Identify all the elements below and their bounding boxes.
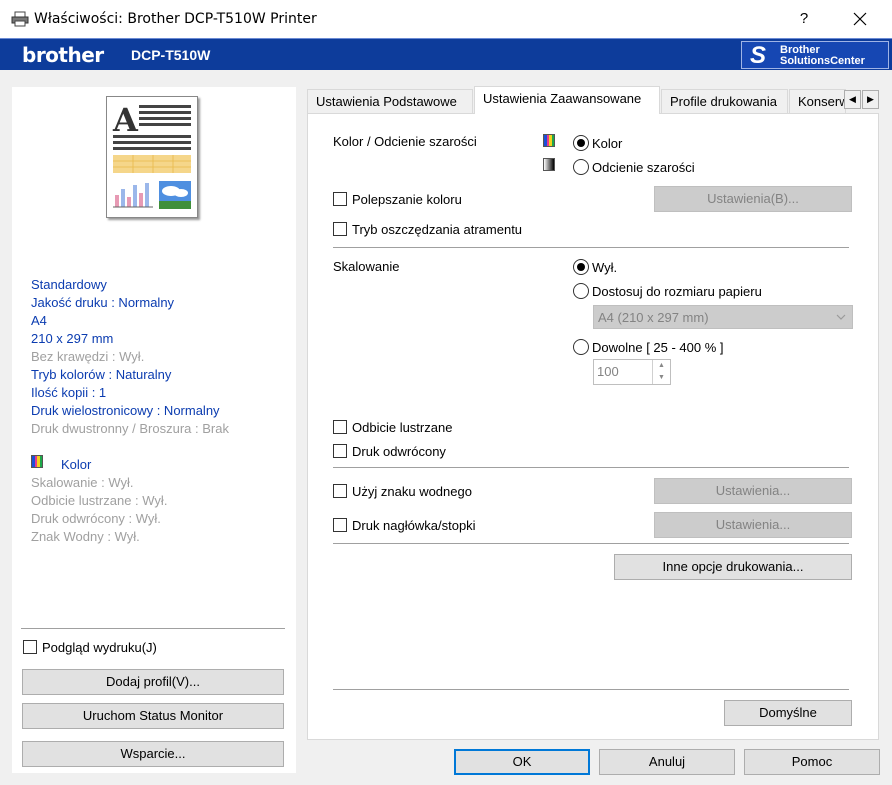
- summary-item: Jakość druku : Normalny: [31, 295, 175, 310]
- close-icon[interactable]: [838, 4, 882, 34]
- summary-item: 210 x 297 mm: [31, 331, 114, 346]
- summary-color-mode: Kolor: [61, 457, 92, 472]
- brand-banner: brother DCP-T510W S Brother SolutionsCen…: [0, 38, 892, 70]
- help-button[interactable]: Pomoc: [744, 749, 880, 775]
- defaults-button[interactable]: Domyślne: [724, 700, 852, 726]
- watermark-label[interactable]: Użyj znaku wodnego: [352, 484, 472, 499]
- mirror-checkbox[interactable]: [333, 420, 347, 434]
- scaling-fit-radio[interactable]: [573, 283, 589, 299]
- color-icon: [543, 134, 555, 147]
- summary-advanced-item: Znak Wodny : Wył.: [31, 529, 140, 544]
- watermark-settings-button[interactable]: Ustawienia...: [654, 478, 852, 504]
- color-section-label: Kolor / Odcienie szarości: [333, 134, 477, 149]
- summary-advanced-item: Odbicie lustrzane : Wył.: [31, 493, 168, 508]
- ink-save-label[interactable]: Tryb oszczędzania atramentu: [352, 222, 522, 237]
- stepper-down-icon[interactable]: ▼: [652, 372, 670, 384]
- help-icon[interactable]: ?: [786, 4, 822, 34]
- tab-print-profiles[interactable]: Profile drukowania: [661, 89, 788, 113]
- brother-logo: brother: [22, 43, 104, 67]
- scaling-custom-radio[interactable]: [573, 339, 589, 355]
- solutions-center-label: Brother SolutionsCenter: [780, 44, 865, 67]
- summary-item: Druk wielostronicowy : Normalny: [31, 403, 220, 418]
- model-name: DCP-T510W: [131, 47, 211, 63]
- summary-advanced-item: Skalowanie : Wył.: [31, 475, 134, 490]
- summary-item: Ilość kopii : 1: [31, 385, 107, 400]
- tab-scroll-right-icon[interactable]: ▶: [862, 90, 879, 109]
- grayscale-icon: [543, 158, 555, 171]
- scaling-percent-stepper[interactable]: 100 ▲ ▼: [593, 359, 671, 385]
- color-icon: [31, 455, 43, 468]
- grayscale-radio-label[interactable]: Odcienie szarości: [592, 160, 695, 175]
- tab-advanced-settings[interactable]: Ustawienia Zaawansowane: [474, 86, 660, 114]
- summary-item: A4: [31, 313, 47, 328]
- summary-item: Bez krawędzi : Wył.: [31, 349, 145, 364]
- cancel-button[interactable]: Anuluj: [599, 749, 735, 775]
- ok-button[interactable]: OK: [454, 749, 590, 775]
- enhance-color-settings-button[interactable]: Ustawienia(B)...: [654, 186, 852, 212]
- preview-checkbox[interactable]: [23, 640, 37, 654]
- scaling-label: Skalowanie: [333, 259, 400, 274]
- header-footer-label[interactable]: Druk nagłówka/stopki: [352, 518, 476, 533]
- svg-text:A: A: [112, 101, 139, 139]
- grayscale-radio[interactable]: [573, 159, 589, 175]
- scaling-percent-value: 100: [597, 364, 619, 379]
- support-button[interactable]: Wsparcie...: [22, 741, 284, 767]
- add-profile-button[interactable]: Dodaj profil(V)...: [22, 669, 284, 695]
- preview-page-icon: A: [112, 101, 191, 209]
- summary-item: Standardowy: [31, 277, 107, 292]
- divider: [21, 628, 285, 629]
- status-monitor-button[interactable]: Uruchom Status Monitor: [22, 703, 284, 729]
- ink-save-checkbox[interactable]: [333, 222, 347, 236]
- summary-item: Druk dwustronny / Broszura : Brak: [31, 421, 229, 436]
- window-title: Właściwości: Brother DCP-T510W Printer: [34, 11, 317, 27]
- reverse-label[interactable]: Druk odwrócony: [352, 444, 446, 459]
- header-footer-checkbox[interactable]: [333, 518, 347, 532]
- stepper-up-icon[interactable]: ▲: [652, 360, 670, 372]
- reverse-checkbox[interactable]: [333, 444, 347, 458]
- divider: [333, 689, 849, 690]
- mirror-label[interactable]: Odbicie lustrzane: [352, 420, 452, 435]
- printer-icon: [11, 11, 29, 27]
- summary-advanced-item: Druk odwrócony : Wył.: [31, 511, 161, 526]
- color-radio[interactable]: [573, 135, 589, 151]
- enhance-color-checkbox[interactable]: [333, 192, 347, 206]
- tab-scroll-left-icon[interactable]: ◀: [844, 90, 861, 109]
- header-footer-settings-button[interactable]: Ustawienia...: [654, 512, 852, 538]
- enhance-color-label[interactable]: Polepszanie koloru: [352, 192, 462, 207]
- scaling-custom-label[interactable]: Dowolne [ 25 - 400 % ]: [592, 340, 724, 355]
- paper-size-value: A4 (210 x 297 mm): [598, 310, 709, 325]
- solutions-center-button[interactable]: S Brother SolutionsCenter: [741, 41, 889, 69]
- chevron-down-icon: [836, 314, 846, 320]
- tab-basic-settings[interactable]: Ustawienia Podstawowe: [307, 89, 473, 113]
- color-radio-label[interactable]: Kolor: [592, 136, 622, 151]
- watermark-checkbox[interactable]: [333, 484, 347, 498]
- tab-maintenance[interactable]: Konserwacja: [789, 89, 846, 113]
- divider: [333, 467, 849, 468]
- scaling-off-radio[interactable]: [573, 259, 589, 275]
- solutions-center-icon: S: [750, 42, 767, 69]
- divider: [333, 247, 849, 248]
- preview-checkbox-label[interactable]: Podgląd wydruku(J): [42, 640, 157, 655]
- scaling-fit-label[interactable]: Dostosuj do rozmiaru papieru: [592, 284, 762, 299]
- print-preview-thumbnail: A: [106, 96, 198, 218]
- other-print-options-button[interactable]: Inne opcje drukowania...: [614, 554, 852, 580]
- scaling-off-label[interactable]: Wył.: [592, 260, 617, 275]
- divider: [333, 543, 849, 544]
- paper-size-select[interactable]: A4 (210 x 297 mm): [593, 305, 853, 329]
- summary-item: Tryb kolorów : Naturalny: [31, 367, 172, 382]
- title-bar: Właściwości: Brother DCP-T510W Printer ?: [0, 0, 892, 38]
